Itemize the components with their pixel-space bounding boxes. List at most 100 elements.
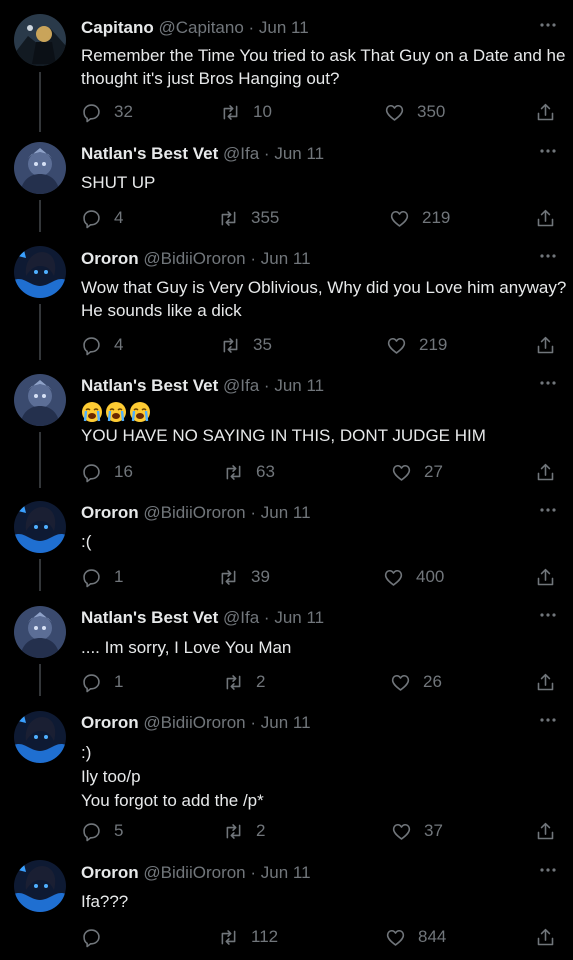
user-handle[interactable]: @BidiiOroron: [143, 713, 245, 732]
reply-button[interactable]: 16: [81, 460, 133, 484]
display-name[interactable]: Ororon: [81, 503, 139, 522]
user-handle[interactable]: @BidiiOroron: [143, 503, 245, 522]
tweet-header: Ororon @BidiiOroron · Jun 11: [81, 502, 311, 524]
display-name[interactable]: Natlan's Best Vet: [81, 608, 218, 627]
more-dots-icon[interactable]: [536, 143, 560, 159]
avatar[interactable]: [14, 501, 66, 553]
reply-button[interactable]: 4: [81, 333, 123, 357]
reply-button[interactable]: 1: [81, 670, 123, 694]
avatar[interactable]: [14, 14, 66, 66]
tweet[interactable]: Natlan's Best Vet @Ifa · Jun 11 YOU HAVE…: [0, 374, 573, 488]
reply-count: 1: [114, 672, 124, 691]
like-button[interactable]: 844: [385, 925, 446, 949]
tweet-date[interactable]: Jun 11: [274, 608, 324, 627]
tweet-date[interactable]: Jun 11: [274, 376, 324, 395]
separator-dot: ·: [263, 608, 270, 627]
retweet-button[interactable]: 10: [220, 100, 272, 124]
avatar[interactable]: [14, 246, 66, 298]
more-dots-icon[interactable]: [536, 607, 560, 623]
more-dots-icon[interactable]: [536, 862, 560, 878]
action-bar: 32 10 350: [0, 100, 573, 124]
like-button[interactable]: 400: [383, 565, 444, 589]
share-button[interactable]: [535, 333, 556, 357]
like-button[interactable]: 219: [389, 206, 450, 230]
avatar[interactable]: [14, 860, 66, 912]
user-handle[interactable]: @BidiiOroron: [143, 863, 245, 882]
separator-dot: ·: [250, 249, 257, 268]
reply-icon: [83, 209, 100, 228]
separator-dot: ·: [250, 503, 257, 522]
tweet-date[interactable]: Jun 11: [261, 713, 311, 732]
more-dots-icon[interactable]: [536, 17, 560, 33]
share-button[interactable]: [535, 925, 556, 949]
tweet-date[interactable]: Jun 11: [261, 503, 311, 522]
reply-button[interactable]: [81, 925, 114, 949]
retweet-count: 112: [251, 927, 279, 946]
like-button[interactable]: 219: [386, 333, 447, 357]
display-name[interactable]: Ororon: [81, 863, 139, 882]
user-handle[interactable]: @Capitano: [158, 18, 243, 37]
user-handle[interactable]: @Ifa: [223, 608, 259, 627]
like-count: 37: [424, 821, 443, 840]
tweet-header: Natlan's Best Vet @Ifa · Jun 11: [81, 143, 324, 165]
tweet-text-line: Ifa???: [81, 892, 129, 911]
tweet-date[interactable]: Jun 11: [261, 863, 311, 882]
tweet-date[interactable]: Jun 11: [261, 249, 311, 268]
retweet-icon: [226, 823, 241, 839]
reply-icon: [83, 336, 100, 355]
reply-button[interactable]: 1: [81, 565, 123, 589]
like-button[interactable]: 350: [384, 100, 445, 124]
display-name[interactable]: Ororon: [81, 249, 139, 268]
tweet[interactable]: Capitano @Capitano · Jun 11 Remember the…: [0, 14, 573, 132]
tweet-date[interactable]: Jun 11: [259, 18, 309, 37]
retweet-button[interactable]: 35: [220, 333, 272, 357]
tweet[interactable]: Ororon @BidiiOroron · Jun 11 :) Ily too/…: [0, 711, 573, 845]
tweet[interactable]: Natlan's Best Vet @Ifa · Jun 11 .... Im …: [0, 606, 573, 696]
user-handle[interactable]: @BidiiOroron: [143, 249, 245, 268]
like-button[interactable]: 26: [390, 670, 442, 694]
tweet[interactable]: Natlan's Best Vet @Ifa · Jun 11 SHUT UP …: [0, 142, 573, 232]
user-handle[interactable]: @Ifa: [223, 376, 259, 395]
share-button[interactable]: [535, 206, 556, 230]
tweet[interactable]: Ororon @BidiiOroron · Jun 11 Wow that Gu…: [0, 246, 573, 360]
like-button[interactable]: 37: [391, 819, 443, 843]
share-button[interactable]: [535, 100, 556, 124]
share-button[interactable]: [535, 460, 556, 484]
more-dots-icon[interactable]: [536, 502, 560, 518]
reply-button[interactable]: 5: [81, 819, 123, 843]
avatar[interactable]: [14, 142, 66, 194]
retweet-button[interactable]: 112: [218, 925, 278, 949]
like-count: 219: [422, 208, 451, 227]
tweet-text-line: Remember the Time You tried to ask That …: [81, 46, 566, 65]
retweet-count: 10: [253, 102, 272, 121]
more-dots-icon[interactable]: [536, 375, 560, 391]
retweet-button[interactable]: 63: [223, 460, 275, 484]
like-button[interactable]: 27: [391, 460, 443, 484]
tweet-header: Capitano @Capitano · Jun 11: [81, 17, 309, 39]
avatar[interactable]: [14, 374, 66, 426]
share-button[interactable]: [535, 819, 556, 843]
retweet-icon: [223, 337, 238, 353]
retweet-button[interactable]: 355: [218, 206, 279, 230]
reply-button[interactable]: 32: [81, 100, 133, 124]
tweet[interactable]: Ororon @BidiiOroron · Jun 11 Ifa??? 112 …: [0, 860, 573, 950]
more-dots-icon[interactable]: [536, 712, 560, 728]
tweet-date[interactable]: Jun 11: [274, 144, 324, 163]
avatar[interactable]: [14, 711, 66, 763]
more-dots-icon[interactable]: [536, 248, 560, 264]
retweet-button[interactable]: 39: [218, 565, 270, 589]
display-name[interactable]: Natlan's Best Vet: [81, 376, 218, 395]
reply-button[interactable]: 4: [81, 206, 123, 230]
tweet[interactable]: Ororon @BidiiOroron · Jun 11 :( 1 39 400: [0, 501, 573, 591]
retweet-button[interactable]: 2: [223, 819, 265, 843]
share-button[interactable]: [535, 565, 556, 589]
display-name[interactable]: Capitano: [81, 18, 154, 37]
retweet-button[interactable]: 2: [223, 670, 265, 694]
emoji-row: [81, 400, 561, 424]
share-button[interactable]: [535, 670, 556, 694]
display-name[interactable]: Natlan's Best Vet: [81, 144, 218, 163]
retweet-icon: [226, 464, 241, 480]
user-handle[interactable]: @Ifa: [223, 144, 259, 163]
display-name[interactable]: Ororon: [81, 713, 139, 732]
avatar[interactable]: [14, 606, 66, 658]
